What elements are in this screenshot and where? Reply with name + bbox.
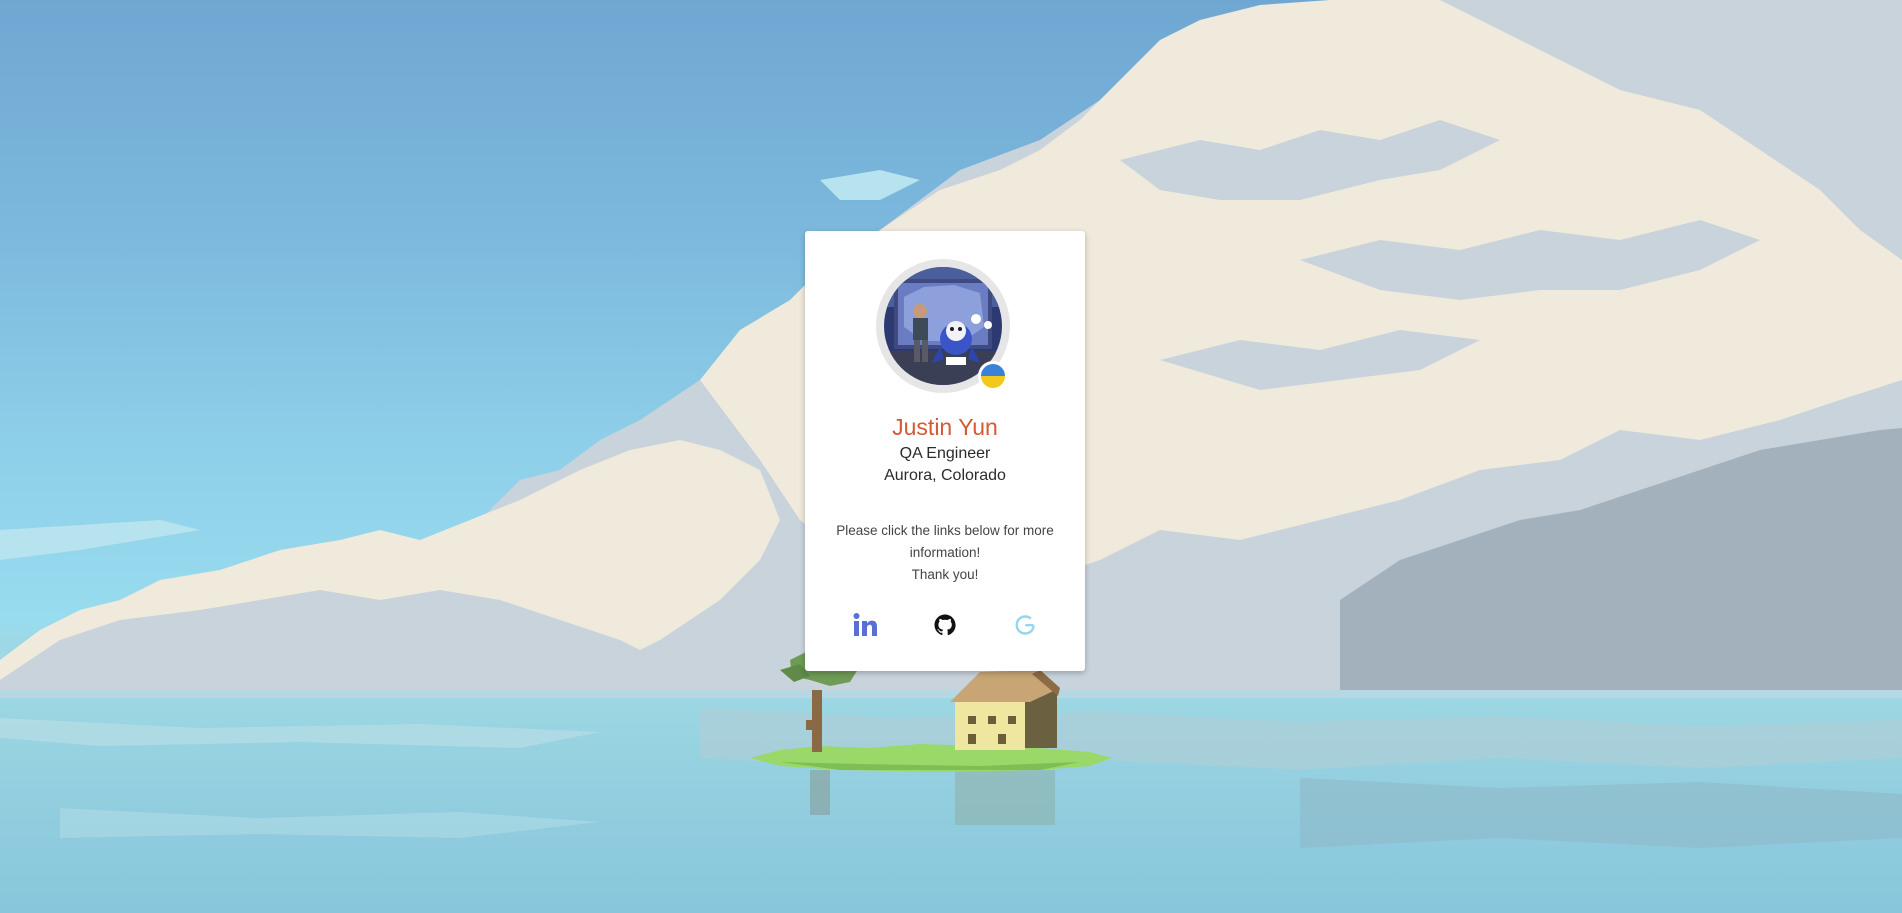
profile-message: Please click the links below for more in… [825, 520, 1065, 586]
github-icon [934, 614, 956, 636]
linkedin-icon [853, 613, 877, 636]
ukraine-flag-badge [978, 361, 1008, 391]
google-icon [1015, 615, 1035, 635]
social-links [805, 607, 1085, 643]
island-illustration [750, 650, 1112, 825]
linkedin-link[interactable] [847, 607, 883, 643]
message-line: Please click the links below for more in… [836, 523, 1054, 560]
message-thanks: Thank you! [911, 567, 979, 582]
github-link[interactable] [927, 607, 963, 643]
profile-location: Aurora, Colorado [884, 467, 1006, 484]
profile-card: Justin Yun QA Engineer Aurora, Colorado … [805, 231, 1085, 671]
page-background: Justin Yun QA Engineer Aurora, Colorado … [0, 0, 1902, 913]
profile-name: Justin Yun [892, 414, 998, 440]
avatar-frame [876, 259, 1010, 393]
google-link[interactable] [1007, 607, 1043, 643]
profile-role: QA Engineer [899, 445, 991, 462]
